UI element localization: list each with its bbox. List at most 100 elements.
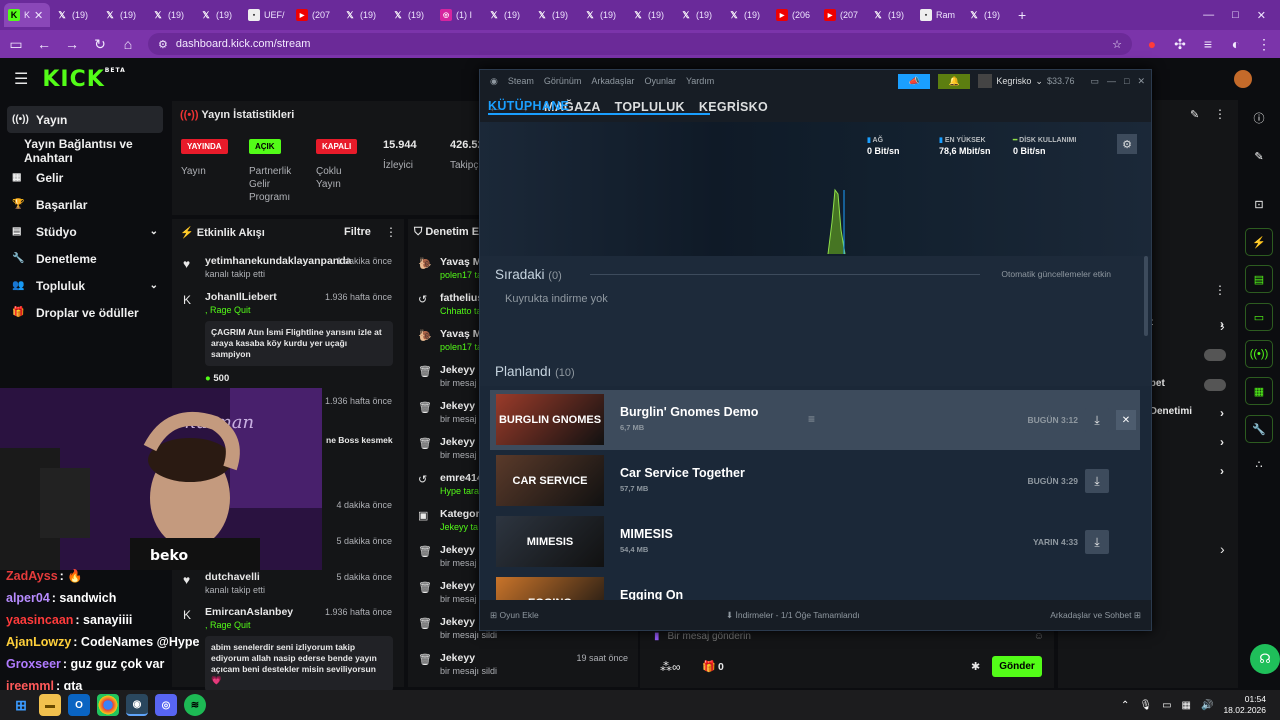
announcement-button[interactable]: 📣 bbox=[898, 73, 931, 89]
hamburger-menu-icon[interactable]: ☰ bbox=[14, 69, 28, 89]
browser-tab[interactable]: 𝕏 (19) bbox=[52, 3, 98, 27]
browser-tab[interactable]: 𝕏 (19) bbox=[724, 3, 770, 27]
clock[interactable]: 01:54 18.02.2026 bbox=[1223, 694, 1266, 716]
activity-user[interactable]: dutchavelli bbox=[205, 571, 260, 583]
send-button[interactable]: Gönder bbox=[992, 656, 1042, 677]
back-icon[interactable]: ← bbox=[36, 36, 52, 52]
chat-username[interactable]: ZadAyss bbox=[6, 569, 58, 583]
browser-tab[interactable]: 𝕏 (19) bbox=[388, 3, 434, 27]
chevron-right-icon[interactable]: › bbox=[1220, 541, 1225, 557]
maximize-icon[interactable]: □ bbox=[1124, 76, 1129, 86]
steam-taskbar-icon[interactable]: ◉ bbox=[126, 694, 148, 716]
game-name[interactable]: MIMESIS bbox=[620, 527, 673, 541]
close-icon[interactable]: ✕ bbox=[1137, 76, 1145, 87]
minimize-icon[interactable]: — bbox=[1107, 76, 1116, 86]
chat-bubble-icon[interactable]: ▭ bbox=[1245, 303, 1273, 331]
sidebar-item-3[interactable]: 🏆 Başarılar bbox=[0, 191, 170, 218]
wrench-icon[interactable]: 🔧 bbox=[1245, 415, 1273, 443]
sidebar-item-2[interactable]: ▦ Gelir bbox=[0, 164, 170, 191]
browser-tab[interactable]: 𝕏 (19) bbox=[868, 3, 914, 27]
sidebar-item-0[interactable]: ((•)) Yayın bbox=[7, 106, 163, 133]
info-icon[interactable]: ⓘ bbox=[1245, 104, 1273, 132]
spotify-icon[interactable]: ≋ bbox=[184, 694, 206, 716]
browser-tab[interactable]: ▪ Ram bbox=[916, 3, 962, 27]
extension-icon[interactable]: ● bbox=[1144, 36, 1160, 52]
friends-chat-button[interactable]: Arkadaşlar ve Sohbet ⊞ bbox=[1050, 610, 1141, 621]
graph-settings-icon[interactable]: ⚙ bbox=[1117, 134, 1137, 154]
forward-icon[interactable]: → bbox=[64, 36, 80, 52]
tray-chevron-icon[interactable]: ⌃ bbox=[1121, 700, 1129, 711]
address-bar[interactable]: ⚙ dashboard.kick.com/stream ☆ bbox=[148, 33, 1132, 55]
activity-user[interactable]: EmircanAslanbey bbox=[205, 606, 293, 618]
settings-menu-icon[interactable]: ⋮ bbox=[1214, 283, 1226, 297]
download-icon[interactable]: ⤓ bbox=[1085, 530, 1109, 554]
browser-tab[interactable]: ▶ (207 bbox=[292, 3, 338, 27]
toggle-switch[interactable] bbox=[1204, 349, 1226, 361]
download-icon[interactable]: ⤓ bbox=[1085, 408, 1109, 432]
pencil-icon[interactable]: ✎ bbox=[1245, 142, 1273, 170]
add-game-button[interactable]: ⊞ Oyun Ekle bbox=[490, 610, 539, 621]
user-avatar[interactable] bbox=[1234, 70, 1252, 88]
filter-button[interactable]: Filtre bbox=[344, 226, 371, 238]
browser-tab[interactable]: 𝕏 (19) bbox=[340, 3, 386, 27]
notification-bell-button[interactable]: 🔔 bbox=[938, 73, 971, 89]
downloads-status[interactable]: ⬇ İndirmeler - 1/1 Öğe Tamamlandı bbox=[726, 610, 860, 621]
steam-menu-item[interactable]: Steam bbox=[508, 76, 534, 86]
scheduled-game-row[interactable]: BURGLIN GNOMES Burglin' Gnomes Demo 6,7 MB… bbox=[490, 390, 1140, 450]
volume-icon[interactable]: 🔊 bbox=[1201, 700, 1213, 711]
browser-tab[interactable]: K K ✕ bbox=[4, 3, 50, 27]
dots-icon[interactable]: ∴ bbox=[1245, 450, 1273, 478]
edit-icon[interactable]: ✎ bbox=[1190, 108, 1199, 121]
activity-menu-icon[interactable]: ⋮ bbox=[385, 225, 397, 239]
new-tab-icon[interactable]: + bbox=[1018, 7, 1026, 23]
window-maximize-icon[interactable]: □ bbox=[1232, 9, 1239, 22]
chat-settings-icon[interactable]: ✱ bbox=[971, 660, 980, 673]
chat-username[interactable]: yaasincaan bbox=[6, 613, 73, 627]
sidebar-item-5[interactable]: 🔧 Denetleme bbox=[0, 245, 170, 272]
browser-tab[interactable]: 𝕏 (19) bbox=[628, 3, 674, 27]
browser-tab[interactable]: 𝕏 (19) bbox=[532, 3, 578, 27]
game-name[interactable]: Burglin' Gnomes Demo bbox=[620, 405, 758, 419]
site-info-icon[interactable]: ⚙ bbox=[158, 38, 168, 51]
focus-icon[interactable]: ⊡ bbox=[1245, 190, 1273, 218]
discord-icon[interactable]: ◎ bbox=[155, 694, 177, 716]
steam-menu-item[interactable]: Arkadaşlar bbox=[591, 76, 634, 86]
windows-start-icon[interactable]: ⊞ bbox=[10, 694, 32, 716]
clipboard-icon[interactable]: ▤ bbox=[1245, 265, 1273, 293]
browser-tab[interactable]: 𝕏 (19) bbox=[580, 3, 626, 27]
chat-username[interactable]: Groxseer bbox=[6, 657, 61, 671]
menu-dots-icon[interactable]: ⋮ bbox=[1256, 36, 1272, 53]
remove-icon[interactable]: ✕ bbox=[1116, 410, 1136, 430]
scheduled-game-row[interactable]: CAR SERVICE Car Service Together 57,7 MB BU… bbox=[490, 451, 1140, 511]
game-name[interactable]: Car Service Together bbox=[620, 466, 745, 480]
profile-avatar[interactable]: ◐ bbox=[1228, 36, 1244, 52]
panel-menu-icon[interactable]: ⋮ bbox=[1214, 107, 1226, 121]
bookmark-star-icon[interactable]: ☆ bbox=[1112, 38, 1122, 51]
browser-tab[interactable]: ▶ (206 bbox=[772, 3, 818, 27]
network-icon[interactable]: ▦ bbox=[1182, 700, 1191, 711]
reading-list-icon[interactable]: ≡ bbox=[1200, 36, 1216, 52]
lightning-tool-icon[interactable]: ⚡ bbox=[1245, 228, 1273, 256]
gift-icon[interactable]: 🎁 bbox=[702, 660, 716, 673]
broadcast-icon[interactable]: ((•)) bbox=[1245, 340, 1273, 368]
chrome-icon[interactable] bbox=[97, 694, 119, 716]
outlook-icon[interactable]: O bbox=[68, 694, 90, 716]
sidebar-item-1[interactable]: Yayın Bağlantısı ve Anahtarı bbox=[0, 137, 170, 165]
steam-scrollbar[interactable] bbox=[1144, 256, 1148, 336]
browser-tab[interactable]: 𝕏 (19) bbox=[196, 3, 242, 27]
window-minimize-icon[interactable]: — bbox=[1203, 9, 1214, 22]
nav-library[interactable]: KÜTÜPHANE bbox=[488, 99, 710, 115]
window-close-icon[interactable]: ✕ bbox=[1257, 9, 1266, 22]
browser-tab[interactable]: 𝕏 (19) bbox=[676, 3, 722, 27]
sidebar-item-4[interactable]: ▤ Stüdyo ⌄ bbox=[0, 218, 170, 245]
steam-menu-item[interactable]: Yardım bbox=[686, 76, 714, 86]
browser-tab[interactable]: 𝕏 (19) bbox=[484, 3, 530, 27]
sidebar-item-7[interactable]: 🎁 Droplar ve ödüller bbox=[0, 299, 170, 326]
display-icon[interactable]: ▭ bbox=[1162, 700, 1171, 711]
extensions-puzzle-icon[interactable]: ✣ bbox=[1172, 36, 1188, 53]
download-icon[interactable]: ⤓ bbox=[1085, 469, 1109, 493]
browser-tab[interactable]: 𝕏 (19) bbox=[964, 3, 1010, 27]
browser-tab[interactable]: ▶ (207 bbox=[820, 3, 866, 27]
activity-user[interactable]: JohanIlLiebert bbox=[205, 291, 277, 303]
chevron-right-icon[interactable]: › bbox=[1220, 318, 1225, 334]
